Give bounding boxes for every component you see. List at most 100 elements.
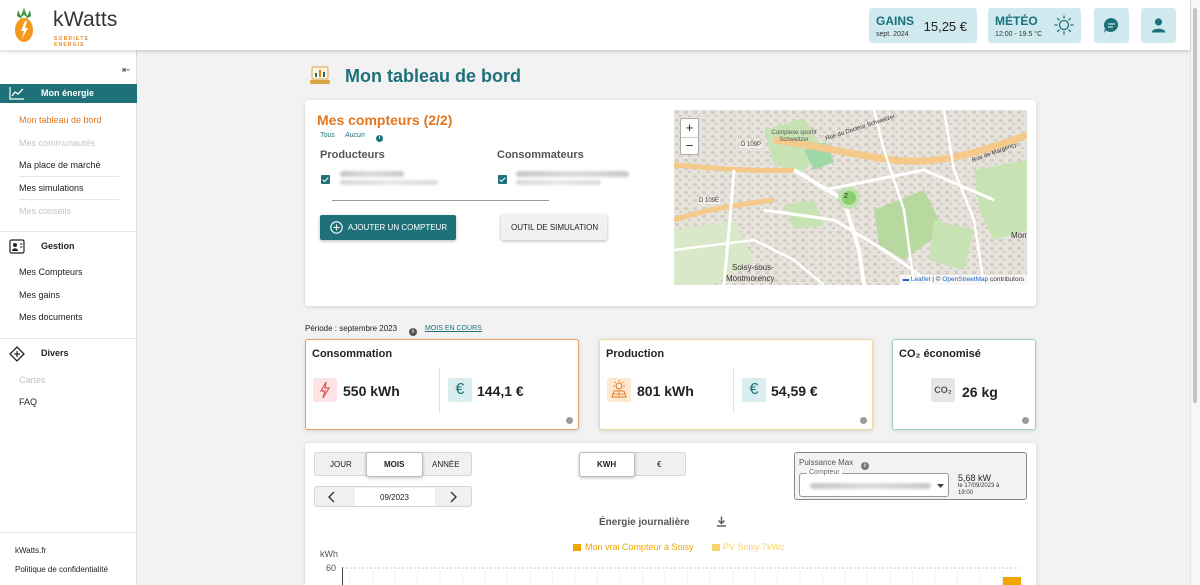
kpi-info-icon[interactable] <box>1022 417 1029 424</box>
kpi-info-icon[interactable] <box>566 417 573 424</box>
sidebar-item-place-de-marche[interactable]: Ma place de marché <box>19 160 101 170</box>
meteo-label: MÉTÉO <box>995 14 1038 28</box>
sidebar-section-mon-energie[interactable]: Mon énergie <box>0 84 137 103</box>
footer-link-privacy[interactable]: Politique de confidentialité <box>15 565 108 574</box>
sidebar-item-simulations[interactable]: Mes simulations <box>19 183 84 193</box>
chart-grid <box>342 567 1022 585</box>
legend-label-pv[interactable]: PV Soisy 7kWc <box>723 542 785 552</box>
period-tabs: JOUR MOIS ANNÉE <box>314 452 472 477</box>
diamond-icon <box>9 346 25 362</box>
zoom-out-button[interactable]: − <box>681 137 698 154</box>
chat-bubble-icon <box>1103 17 1119 33</box>
osm-link[interactable]: OpenStreetMap <box>942 276 988 283</box>
kpi-divider <box>733 368 734 413</box>
sidebar-divider <box>19 199 119 200</box>
y-axis-tick: 60 <box>326 563 337 573</box>
meters-map[interactable]: 2 Complexe sportif Schweitzer Rue du Doc… <box>674 110 1027 285</box>
user-settings-icon <box>9 239 25 254</box>
footer-link-site[interactable]: kWatts.fr <box>15 546 46 555</box>
unit-tabs: KWH € <box>579 452 686 477</box>
compteur-select[interactable]: Compteur <box>799 469 949 497</box>
attribution-contributors: contributors <box>988 276 1024 283</box>
sun-icon <box>1054 15 1074 35</box>
page-title: Mon tableau de bord <box>345 66 522 86</box>
producteur-checkbox[interactable] <box>321 175 330 184</box>
producteur-name-redacted <box>340 171 404 177</box>
info-icon[interactable]: i <box>376 130 383 148</box>
kpi-production-cost: 54,59 € <box>771 383 818 399</box>
legend-label-compteur[interactable]: Mon vrai Compteur à Soisy <box>585 542 694 552</box>
simulation-tool-label: OUTIL DE SIMULATION <box>511 223 599 232</box>
sidebar-item-compteurs[interactable]: Mes Compteurs <box>19 267 83 277</box>
producteurs-label: Producteurs <box>320 149 385 161</box>
chart-line-icon <box>9 87 24 100</box>
leaflet-link[interactable]: Leaflet <box>911 276 931 283</box>
puissance-time: 19:00 <box>958 490 974 496</box>
kpi-consommation-cost: 144,1 € <box>477 383 524 399</box>
gains-tile[interactable]: GAINS sept. 2024 15,25 € <box>869 8 977 43</box>
sidebar-section-divider <box>0 231 137 232</box>
sidebar-section-label: Divers <box>41 348 69 358</box>
tab-euro[interactable]: € <box>657 460 661 469</box>
meteo-tile[interactable]: MÉTÉO 12:00 - 19.5 °C <box>988 8 1081 43</box>
sidebar-item-tableau-de-bord[interactable]: Mon tableau de bord <box>19 115 102 125</box>
scrollbar-thumb[interactable] <box>1193 8 1197 403</box>
simulation-tool-button[interactable]: OUTIL DE SIMULATION <box>501 215 607 240</box>
map-label-montmorency: Montmorency <box>726 274 775 283</box>
consommateur-checkbox[interactable] <box>498 175 507 184</box>
sidebar-section-divers[interactable]: Divers <box>0 344 137 363</box>
sidebar-item-conseils: Mes conseils <box>19 206 72 216</box>
y-axis-unit: kWh <box>320 549 338 559</box>
gains-label: GAINS <box>876 14 915 28</box>
compteur-select-value-redacted <box>810 483 931 489</box>
sidebar: ⇤ Mon énergie Mon tableau de bord Mes co… <box>0 50 137 585</box>
sidebar-item-faq[interactable]: FAQ <box>19 397 37 407</box>
sidebar-footer-divider <box>0 532 137 533</box>
tab-mois[interactable]: MOIS <box>366 452 423 477</box>
producteur-detail-redacted <box>340 180 438 185</box>
lightning-icon <box>313 378 337 402</box>
puissance-date: le 17/09/2023 à <box>958 483 1000 489</box>
meteo-detail: 12:00 - 19.5 °C <box>995 31 1043 38</box>
add-compteur-label: AJOUTER UN COMPTEUR <box>348 223 448 232</box>
legend-swatch-compteur <box>573 544 581 551</box>
sidebar-section-gestion[interactable]: Gestion <box>0 237 137 256</box>
zoom-in-button[interactable]: + <box>681 119 698 137</box>
gains-period: sept. 2024 <box>876 31 909 38</box>
date-navigator: 09/2023 <box>314 486 472 507</box>
tab-annee[interactable]: ANNÉE <box>432 460 460 469</box>
account-button[interactable] <box>1141 8 1176 43</box>
collapse-sidebar-icon[interactable]: ⇤ <box>122 65 130 76</box>
select-all-link[interactable]: Tous <box>320 132 335 139</box>
map-cluster-count[interactable]: 2 <box>844 193 848 200</box>
chevron-right-icon[interactable] <box>448 491 458 503</box>
sidebar-section-label: Gestion <box>41 241 75 251</box>
date-field[interactable]: 09/2023 <box>355 488 435 506</box>
chat-button[interactable] <box>1094 8 1129 43</box>
mois-en-cours-link[interactable]: MOIS EN COURS <box>425 325 482 332</box>
pineapple-logo-icon <box>15 8 33 42</box>
dashboard-icon <box>310 66 330 84</box>
solar-panel-icon <box>607 378 631 402</box>
user-icon <box>1151 18 1166 33</box>
compteurs-card: Mes compteurs (2/2) Tous Aucun i Product… <box>305 100 1036 306</box>
select-none-link[interactable]: Aucun <box>345 132 365 139</box>
tab-kwh-label: KWH <box>597 460 617 469</box>
sidebar-divider <box>19 176 119 177</box>
sidebar-item-gains[interactable]: Mes gains <box>19 290 60 300</box>
flag-icon: ▬ <box>902 276 911 283</box>
kpi-co2-title: CO₂ économisé <box>899 348 981 360</box>
periode-label: Période : septembre 2023 <box>305 324 398 333</box>
map-tiles <box>674 110 1027 285</box>
kpi-info-icon[interactable] <box>860 417 867 424</box>
kwatts-logo[interactable]: kWatts SOBRIETE ENERGIE <box>13 6 117 48</box>
sidebar-item-documents[interactable]: Mes documents <box>19 312 83 322</box>
kpi-production-energy: 801 kWh <box>637 383 694 399</box>
consommateur-name-redacted <box>516 171 629 177</box>
download-icon[interactable] <box>716 516 727 527</box>
tab-kwh[interactable]: KWH <box>579 452 635 477</box>
tab-jour[interactable]: JOUR <box>330 460 352 469</box>
chevron-left-icon[interactable] <box>327 491 337 503</box>
add-compteur-button[interactable]: AJOUTER UN COMPTEUR <box>320 215 456 240</box>
tab-mois-label: MOIS <box>384 460 405 469</box>
